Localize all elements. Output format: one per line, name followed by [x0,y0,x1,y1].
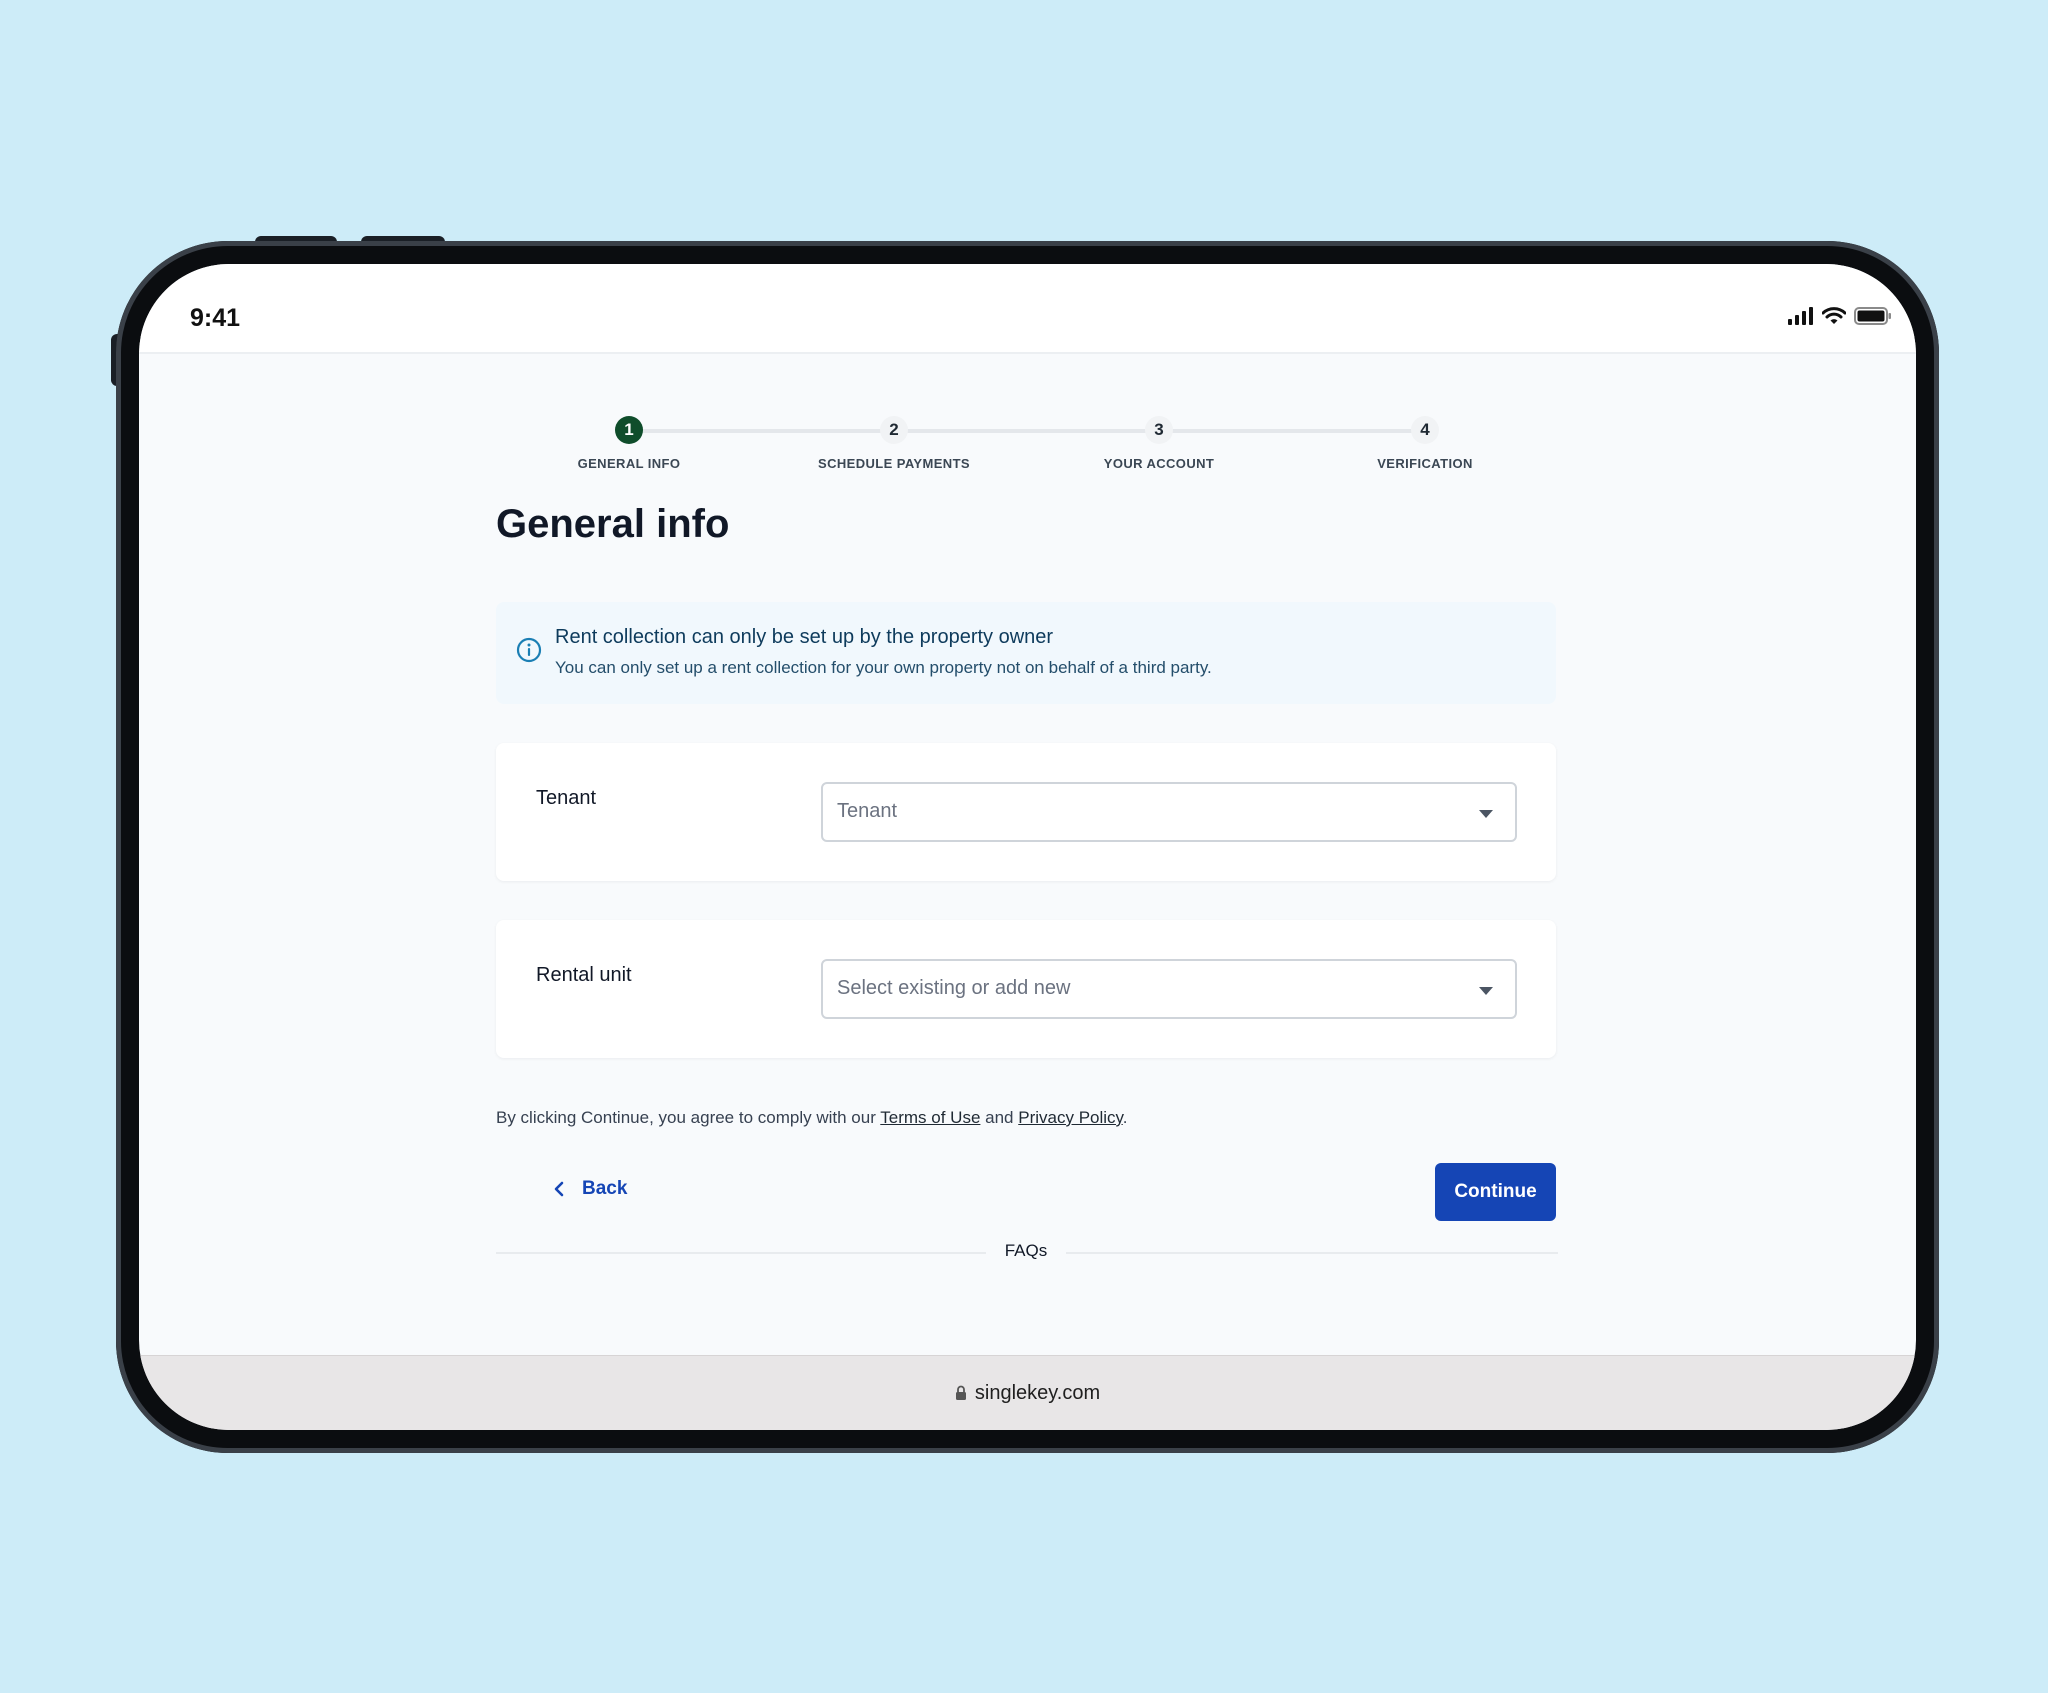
step-number: 2 [880,416,908,444]
url-text: singlekey.com [974,1381,1101,1404]
back-button[interactable]: Back [554,1178,627,1200]
browser-url-bar[interactable]: singlekey.com [139,1355,1916,1430]
caret-down-icon [1479,810,1493,818]
tenant-label: Tenant [536,787,597,809]
rental-unit-select-placeholder: Select existing or add new [837,977,1071,999]
chevron-left-icon [554,1181,564,1197]
tenant-card: Tenant Tenant [496,743,1556,881]
step-general-info: 1 GENERAL INFO [509,416,749,471]
step-label: GENERAL INFO [577,456,681,471]
progress-stepper: 1 GENERAL INFO 2 SCHEDULE PAYMENTS 3 YOU… [496,416,1556,486]
info-subtitle: You can only set up a rent collection fo… [555,658,1212,677]
lock-icon [955,1385,966,1400]
back-label: Back [582,1178,628,1199]
step-label: VERIFICATION [1377,456,1473,471]
faq-divider-right [1066,1252,1558,1254]
step-label: YOUR ACCOUNT [1103,456,1215,471]
terms-suffix: . [1122,1108,1128,1127]
terms-prefix: By clicking Continue, you agree to compl… [496,1108,881,1127]
tenant-select[interactable]: Tenant [821,782,1517,842]
terms-of-use-link[interactable]: Terms of Use [880,1108,980,1127]
system-icons [1788,307,1892,325]
faqs-heading: FAQs [1004,1241,1048,1260]
step-verification: 4 VERIFICATION [1305,416,1545,471]
cellular-signal-icon [1788,307,1813,325]
step-schedule-payments: 2 SCHEDULE PAYMENTS [774,416,1014,471]
tablet-frame: 9:41 1 GENERAL INFO 2 SCHEDULE PAYMENTS … [116,241,1939,1453]
rental-unit-label: Rental unit [536,964,632,986]
tablet-screen: 9:41 1 GENERAL INFO 2 SCHEDULE PAYMENTS … [139,264,1916,1430]
wifi-icon [1822,307,1846,324]
battery-icon [1854,307,1891,325]
form-container: 1 GENERAL INFO 2 SCHEDULE PAYMENTS 3 YOU… [496,356,1558,1355]
step-your-account: 3 YOUR ACCOUNT [1039,416,1279,471]
status-bar: 9:41 [139,264,1916,354]
terms-notice: By clicking Continue, you agree to compl… [496,1108,1128,1128]
step-label: SCHEDULE PAYMENTS [818,456,970,471]
rental-unit-select[interactable]: Select existing or add new [821,959,1517,1019]
step-number: 3 [1145,416,1173,444]
page-title: General info [496,502,730,546]
terms-middle: and [980,1108,1019,1127]
page-content: 1 GENERAL INFO 2 SCHEDULE PAYMENTS 3 YOU… [139,356,1916,1355]
info-icon [516,637,542,663]
info-banner: Rent collection can only be set up by th… [496,602,1556,704]
continue-button[interactable]: Continue [1435,1163,1556,1221]
step-number: 4 [1411,416,1439,444]
status-time: 9:41 [190,304,241,332]
privacy-policy-link[interactable]: Privacy Policy [1018,1108,1123,1127]
rental-unit-card: Rental unit Select existing or add new [496,920,1556,1058]
caret-down-icon [1479,987,1493,995]
info-title: Rent collection can only be set up by th… [555,626,1054,648]
step-number: 1 [615,416,643,444]
tenant-select-placeholder: Tenant [837,800,898,822]
